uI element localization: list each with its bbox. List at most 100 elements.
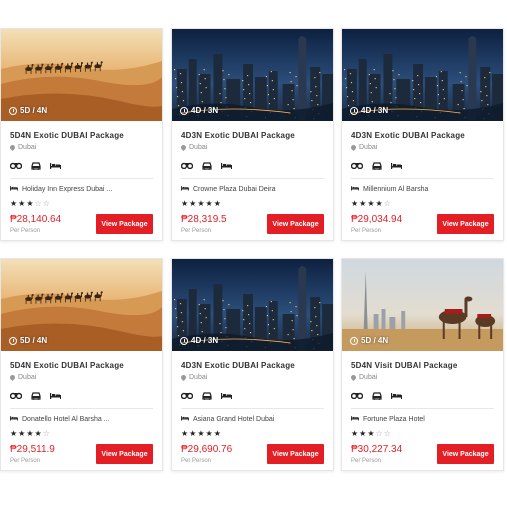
amenities	[181, 160, 324, 170]
star-empty-icon: ☆	[383, 198, 391, 208]
binoculars-icon	[10, 162, 22, 169]
bed-icon	[181, 415, 189, 423]
package-card[interactable]: 4D / 3N 4D3N Exotic DUBAI Package Dubai …	[171, 258, 334, 471]
map-pin-icon	[351, 375, 356, 381]
divider	[181, 408, 324, 409]
package-photo[interactable]: 5D / 4N	[1, 259, 162, 351]
package-location: Dubai	[181, 374, 324, 381]
star-filled-icon: ★	[189, 428, 197, 438]
binoculars-icon	[181, 392, 193, 399]
bed-icon	[10, 415, 18, 423]
star-filled-icon: ★	[18, 428, 26, 438]
package-title[interactable]: 5D4N Exotic DUBAI Package	[10, 131, 153, 140]
star-filled-icon: ★	[359, 428, 367, 438]
bed-icon	[221, 162, 232, 169]
star-filled-icon: ★	[18, 198, 26, 208]
duration-badge: 5D / 4N	[350, 336, 388, 345]
divider	[10, 178, 153, 179]
map-pin-icon	[10, 145, 15, 151]
package-card[interactable]: 5D / 4N 5D4N Exotic DUBAI Package Dubai …	[0, 258, 163, 471]
star-filled-icon: ★	[189, 198, 197, 208]
star-empty-icon: ☆	[34, 198, 42, 208]
amenities	[351, 160, 494, 170]
per-person-label: Per Person	[181, 228, 212, 234]
star-filled-icon: ★	[351, 428, 359, 438]
package-photo[interactable]: 5D / 4N	[1, 29, 162, 121]
binoculars-icon	[351, 392, 363, 399]
view-package-button[interactable]: View Package	[437, 214, 494, 234]
bed-icon	[391, 392, 402, 399]
view-package-button[interactable]: View Package	[267, 444, 324, 464]
binoculars-icon	[351, 162, 363, 169]
package-photo[interactable]: 5D / 4N	[342, 259, 503, 351]
package-grid: 5D / 4N 5D4N Exotic DUBAI Package Dubai …	[0, 0, 507, 507]
per-person-label: Per Person	[10, 458, 41, 464]
package-photo[interactable]: 4D / 3N	[342, 29, 503, 121]
car-icon	[372, 391, 382, 400]
amenities	[10, 160, 153, 170]
per-person-label: Per Person	[10, 228, 41, 234]
package-card[interactable]: 4D / 3N 4D3N Exotic DUBAI Package Dubai …	[171, 28, 334, 241]
package-title[interactable]: 5D4N Visit DUBAI Package	[351, 361, 494, 370]
package-title[interactable]: 4D3N Exotic DUBAI Package	[181, 131, 324, 140]
price: ₱30,227.34	[351, 444, 403, 455]
bed-icon	[351, 415, 359, 423]
package-card[interactable]: 5D / 4N 5D4N Exotic DUBAI Package Dubai …	[0, 28, 163, 241]
price: ₱28,140.64	[10, 214, 62, 225]
package-location: Dubai	[181, 144, 324, 151]
star-rating: ★ ★ ★ ★ ★	[181, 199, 324, 208]
package-card[interactable]: 4D / 3N 4D3N Exotic DUBAI Package Dubai …	[341, 28, 504, 241]
star-rating: ★ ★ ★ ★ ☆	[10, 429, 153, 438]
star-filled-icon: ★	[197, 198, 205, 208]
divider	[181, 178, 324, 179]
star-filled-icon: ★	[213, 198, 221, 208]
per-person-label: Per Person	[351, 458, 382, 464]
hotel-name: Holiday Inn Express Dubai ...	[10, 185, 153, 193]
star-rating: ★ ★ ★ ★ ★	[181, 429, 324, 438]
view-package-button[interactable]: View Package	[96, 214, 153, 234]
star-empty-icon: ☆	[42, 428, 50, 438]
star-filled-icon: ★	[375, 198, 383, 208]
divider	[351, 178, 494, 179]
divider	[351, 408, 494, 409]
car-icon	[372, 161, 382, 170]
duration-badge: 4D / 3N	[180, 336, 218, 345]
binoculars-icon	[10, 392, 22, 399]
view-package-button[interactable]: View Package	[96, 444, 153, 464]
bed-icon	[10, 185, 18, 193]
bed-icon	[221, 392, 232, 399]
car-icon	[202, 391, 212, 400]
amenities	[10, 390, 153, 400]
package-title[interactable]: 4D3N Exotic DUBAI Package	[351, 131, 494, 140]
star-filled-icon: ★	[26, 428, 34, 438]
star-filled-icon: ★	[197, 428, 205, 438]
clock-icon	[180, 106, 188, 115]
price: ₱29,034.94	[351, 214, 403, 225]
star-filled-icon: ★	[205, 428, 213, 438]
star-filled-icon: ★	[10, 198, 18, 208]
duration-badge: 4D / 3N	[350, 106, 388, 115]
package-photo[interactable]: 4D / 3N	[172, 259, 333, 351]
map-pin-icon	[181, 145, 186, 151]
star-filled-icon: ★	[359, 198, 367, 208]
star-filled-icon: ★	[181, 428, 189, 438]
view-package-button[interactable]: View Package	[267, 214, 324, 234]
star-filled-icon: ★	[34, 428, 42, 438]
package-photo[interactable]: 4D / 3N	[172, 29, 333, 121]
hotel-name: Fortune Plaza Hotel	[351, 415, 494, 423]
hotel-name: Donatello Hotel Al Barsha ...	[10, 415, 153, 423]
view-package-button[interactable]: View Package	[437, 444, 494, 464]
star-empty-icon: ☆	[375, 428, 383, 438]
star-filled-icon: ★	[367, 198, 375, 208]
package-location: Dubai	[351, 144, 494, 151]
clock-icon	[9, 106, 17, 115]
duration-badge: 5D / 4N	[9, 106, 47, 115]
package-title[interactable]: 5D4N Exotic DUBAI Package	[10, 361, 153, 370]
package-title[interactable]: 4D3N Exotic DUBAI Package	[181, 361, 324, 370]
package-card[interactable]: 5D / 4N 5D4N Visit DUBAI Package Dubai F…	[341, 258, 504, 471]
amenities	[351, 390, 494, 400]
bed-icon	[181, 185, 189, 193]
per-person-label: Per Person	[181, 458, 212, 464]
bed-icon	[391, 162, 402, 169]
map-pin-icon	[10, 375, 15, 381]
